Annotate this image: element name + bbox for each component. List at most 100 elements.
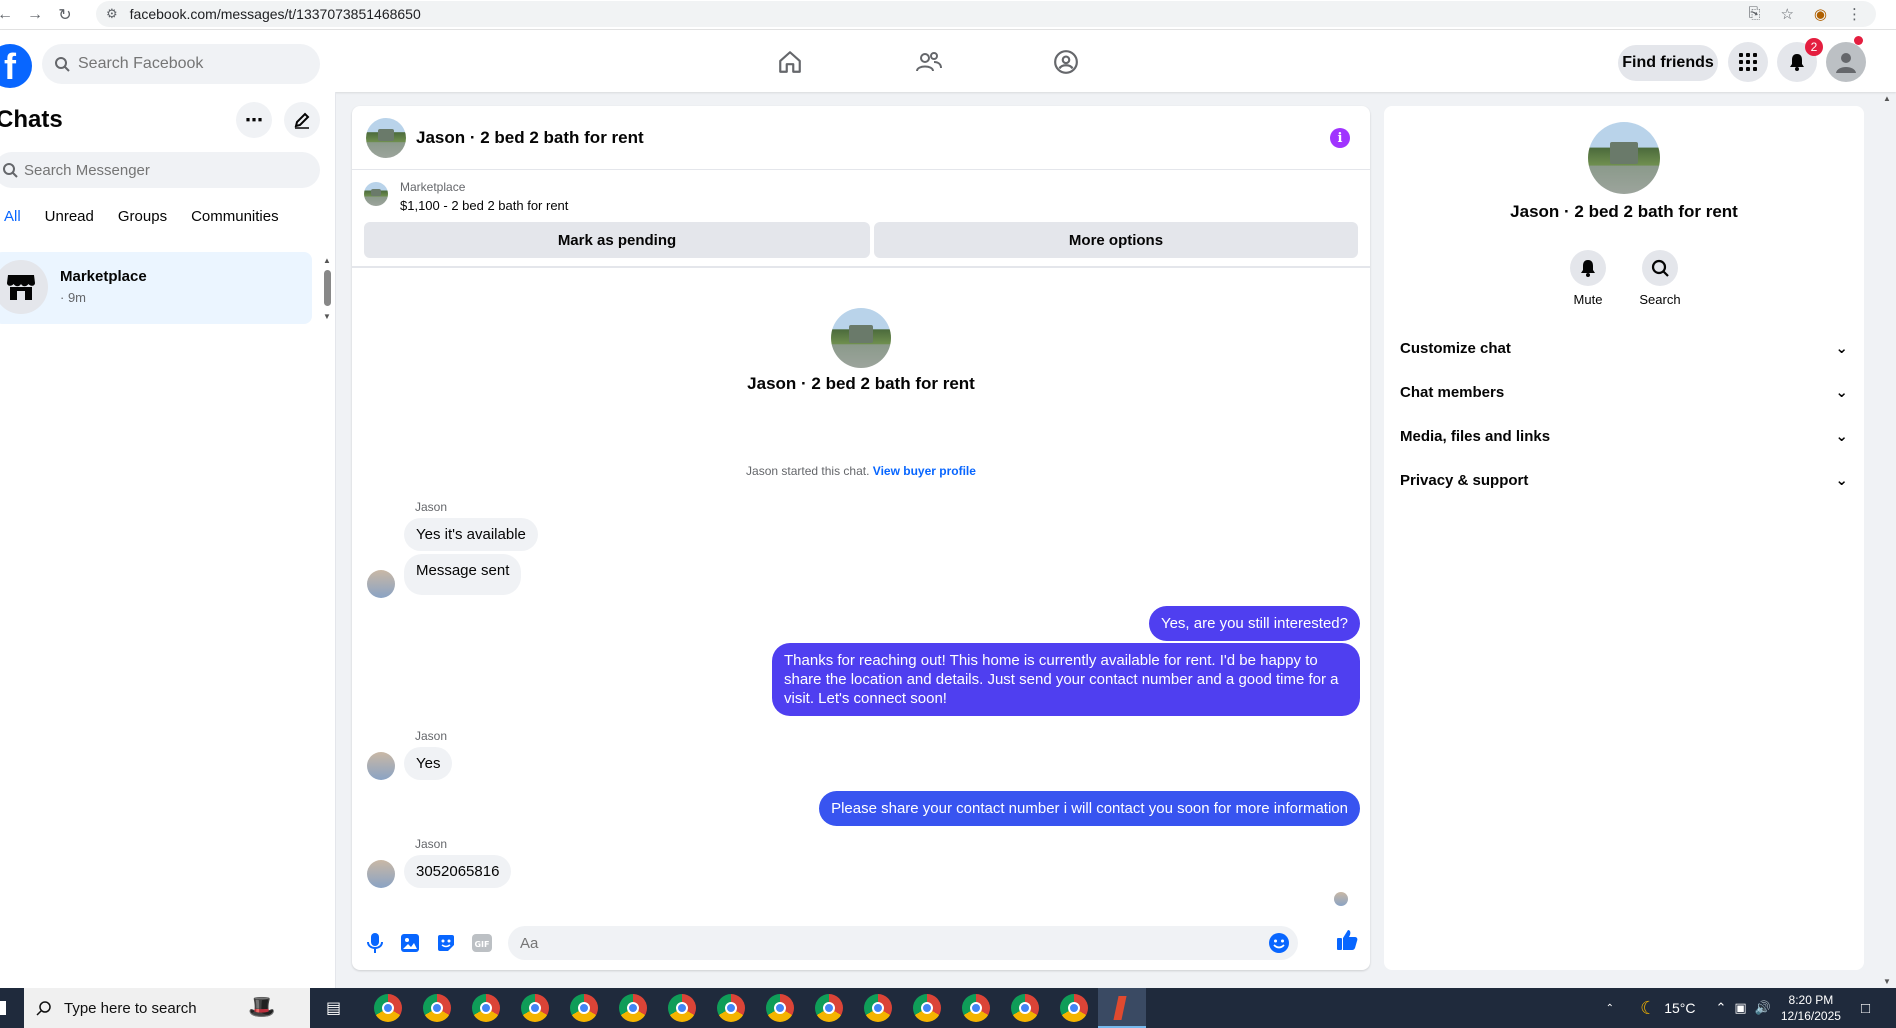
notifications-icon[interactable]: □ [1861,1000,1870,1017]
chat-avatar[interactable] [366,118,406,158]
chrome-app-icon[interactable] [619,994,647,1022]
sender-avatar[interactable] [367,860,395,888]
notifications-bell-icon[interactable]: 2 [1777,38,1823,82]
tray-expand-icon[interactable]: ⌃ [1715,1000,1726,1016]
windows-start-icon[interactable] [0,1001,6,1015]
active-app-icon[interactable] [1098,988,1146,1028]
sender-avatar[interactable] [367,752,395,780]
network-icon[interactable]: ▣ [1734,1000,1746,1016]
message-outgoing[interactable]: Yes, are you still interested? [1148,606,1360,641]
message-incoming[interactable]: Yes it's available [404,518,538,551]
search-messenger-input[interactable] [24,161,284,179]
svg-text:GIF: GIF [474,940,489,949]
chrome-app-icon[interactable] [668,994,696,1022]
mute-button[interactable]: Mute [1558,250,1618,307]
tab-unread[interactable]: Unread [33,208,106,228]
install-app-icon[interactable]: ⎘ [1748,5,1760,23]
privacy-support-section[interactable]: Privacy & support ⌄ [1400,460,1848,500]
groups-nav-icon[interactable] [1042,42,1090,82]
message-incoming[interactable]: Message sent [404,554,522,595]
photo-icon[interactable] [399,932,421,954]
message-input[interactable] [520,934,1200,952]
chrome-app-icon[interactable] [374,994,402,1022]
find-friends-button[interactable]: Find friends [1618,45,1718,81]
menu-grid-icon[interactable] [1728,42,1768,82]
search-in-chat-button[interactable]: Search [1630,250,1690,307]
account-avatar[interactable] [1826,42,1866,82]
reload-icon[interactable]: ↻ [50,3,80,27]
chat-members-section[interactable]: Chat members ⌄ [1400,372,1848,412]
chat-info-photo[interactable] [1588,122,1660,194]
chrome-app-icon[interactable] [717,994,745,1022]
chrome-app-icon[interactable] [815,994,843,1022]
seen-receipt-avatar [1334,892,1348,906]
microphone-icon[interactable] [364,932,386,954]
more-options-button[interactable]: More options [874,222,1358,258]
chrome-app-icon[interactable] [1011,994,1039,1022]
like-thumbs-up-icon[interactable] [1336,929,1358,951]
clock[interactable]: 8:20 PM 12/16/2025 [1781,992,1841,1024]
customize-chat-section[interactable]: Customize chat ⌄ [1400,328,1848,368]
messenger-search[interactable] [0,152,320,188]
facebook-search[interactable] [42,44,320,84]
message-input-box[interactable] [508,926,1298,960]
chat-time: · 9m [60,290,86,305]
menu-dots-icon[interactable]: ⋮ [1847,5,1862,23]
chat-list-item-marketplace[interactable]: Marketplace · 9m [0,252,312,324]
message-incoming[interactable]: 3052065816 [404,855,512,888]
search-facebook-input[interactable] [78,55,298,73]
message-outgoing[interactable]: Please share your contact number i will … [819,791,1360,826]
profile-icon[interactable]: ◉ [1814,5,1827,23]
address-bar[interactable]: ⚙ facebook.com/messages/t/13370738514686… [96,1,1876,27]
site-info-icon[interactable]: ⚙ [106,6,118,22]
bookmark-star-icon[interactable]: ☆ [1780,5,1793,23]
chrome-app-icon[interactable] [864,994,892,1022]
tab-communities[interactable]: Communities [179,208,291,228]
friends-nav-icon[interactable] [905,42,953,82]
chat-name: Marketplace [60,268,147,285]
search-icon [36,1001,51,1016]
chat-info-name: Jason · 2 bed 2 bath for rent [1510,202,1738,221]
chrome-app-icon[interactable] [521,994,549,1022]
conversation-title[interactable]: Jason · 2 bed 2 bath for rent [416,128,644,148]
chrome-app-icon[interactable] [570,994,598,1022]
info-icon[interactable]: i [1330,128,1350,148]
volume-icon[interactable]: 🔊 [1755,1000,1771,1016]
chrome-app-icon[interactable] [1060,994,1088,1022]
home-nav-icon[interactable] [766,42,814,82]
mark-as-pending-button[interactable]: Mark as pending [364,222,870,258]
forward-icon[interactable]: → [20,3,50,27]
account-alert-dot [1854,36,1863,45]
chat-options-icon[interactable]: ⋯ [236,102,272,138]
chrome-app-icon[interactable] [962,994,990,1022]
message-outgoing[interactable]: Thanks for reaching out! This home is cu… [772,643,1360,716]
chrome-app-icon[interactable] [766,994,794,1022]
chrome-app-icon[interactable] [423,994,451,1022]
listing-price[interactable]: $1,100 - 2 bed 2 bath for rent [400,198,568,213]
chevron-down-icon: ⌄ [1835,340,1848,357]
page-scrollbar[interactable]: ▲ ▼ [1878,92,1896,988]
temperature[interactable]: 15°C [1664,1000,1695,1016]
new-message-icon[interactable] [284,102,320,138]
view-buyer-profile-link[interactable]: View buyer profile [873,464,976,478]
sticker-icon[interactable] [435,932,457,954]
conversation-profile-photo[interactable] [831,308,891,368]
sender-avatar[interactable] [367,570,395,598]
gif-icon[interactable]: GIF [471,932,493,954]
tab-all[interactable]: All [0,208,33,228]
chrome-app-icon[interactable] [913,994,941,1022]
sidebar-scrollbar[interactable]: ▲ ▼ [320,256,336,324]
taskbar-search[interactable]: Type here to search 🎩 [24,988,310,1028]
scroll-up-icon[interactable]: ⌃ [1606,1003,1614,1014]
media-files-links-section[interactable]: Media, files and links ⌄ [1400,416,1848,456]
message-incoming[interactable]: Yes [404,747,453,780]
mute-label: Mute [1573,292,1603,307]
notification-count-badge: 2 [1805,38,1823,56]
task-view-icon[interactable]: ▤ [326,998,341,1018]
chrome-app-icon[interactable] [472,994,500,1022]
search-highlight-icon: 🎩 [248,994,276,1019]
emoji-icon[interactable] [1268,932,1290,959]
back-icon[interactable]: ← [0,3,20,27]
tab-groups[interactable]: Groups [106,208,179,228]
facebook-logo-icon[interactable]: f [0,44,32,88]
